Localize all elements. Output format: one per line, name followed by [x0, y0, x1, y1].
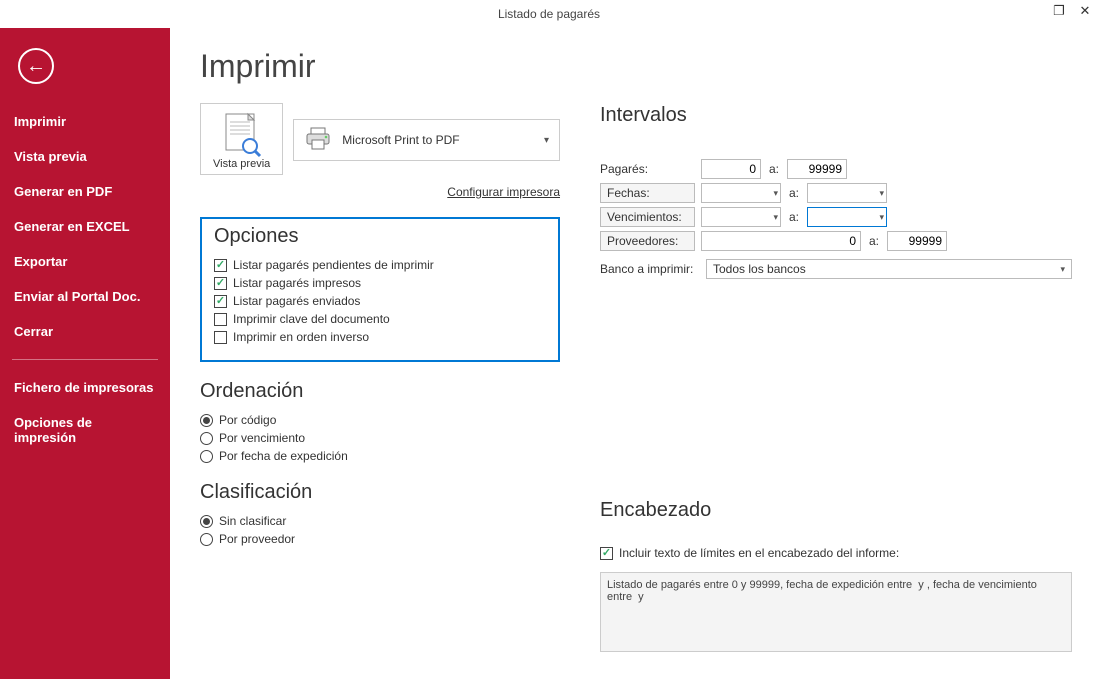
checkbox-icon — [214, 259, 227, 272]
row-banco: Banco a imprimir: Todos los bancos ▾ — [600, 259, 1072, 279]
header-include-check[interactable]: Incluir texto de límites en el encabezad… — [600, 546, 1072, 560]
vencimientos-button[interactable]: Vencimientos: — [600, 207, 695, 227]
cls-por-proveedor[interactable]: Por proveedor — [200, 532, 560, 546]
classification-section: Clasificación Sin clasificar Por proveed… — [200, 481, 560, 546]
chevron-down-icon: ▾ — [544, 135, 549, 146]
opt-pendientes[interactable]: Listar pagarés pendientes de imprimir — [214, 258, 546, 272]
opt-impresos[interactable]: Listar pagarés impresos — [214, 276, 546, 290]
checkbox-icon — [214, 277, 227, 290]
nav-generar-excel[interactable]: Generar en EXCEL — [0, 209, 170, 244]
close-button[interactable]: ✕ — [1076, 2, 1094, 20]
venc-from-dropdown[interactable]: ▾ — [701, 207, 781, 227]
printer-name: Microsoft Print to PDF — [342, 133, 459, 147]
row-fechas: Fechas: ▾ a: ▾ — [600, 183, 1072, 203]
nav-enviar-portal[interactable]: Enviar al Portal Doc. — [0, 279, 170, 314]
ord-vencimiento[interactable]: Por vencimiento — [200, 431, 560, 445]
prov-from-input[interactable] — [701, 231, 861, 251]
opt-enviados[interactable]: Listar pagarés enviados — [214, 294, 546, 308]
radio-icon — [200, 414, 213, 427]
row-vencimientos: Vencimientos: ▾ a: ▾ — [600, 207, 1072, 227]
header-section: Encabezado Incluir texto de límites en e… — [600, 499, 1072, 655]
nav-opciones-impresion[interactable]: Opciones de impresión — [0, 405, 170, 455]
proveedores-button[interactable]: Proveedores: — [600, 231, 695, 251]
nav-generar-pdf[interactable]: Generar en PDF — [0, 174, 170, 209]
checkbox-icon — [214, 295, 227, 308]
cls-sin-clasificar[interactable]: Sin clasificar — [200, 514, 560, 528]
ordering-title: Ordenación — [200, 380, 560, 403]
nav-imprimir[interactable]: Imprimir — [0, 104, 170, 139]
ord-codigo[interactable]: Por código — [200, 413, 560, 427]
prov-to-input[interactable] — [887, 231, 947, 251]
radio-icon — [200, 450, 213, 463]
radio-icon — [200, 432, 213, 445]
pagares-from-input[interactable] — [701, 159, 761, 179]
nav-fichero-impresoras[interactable]: Fichero de impresoras — [0, 370, 170, 405]
page-title: Imprimir — [200, 48, 560, 85]
header-textarea[interactable] — [600, 572, 1072, 652]
classification-title: Clasificación — [200, 481, 560, 504]
ordering-section: Ordenación Por código Por vencimiento Po… — [200, 380, 560, 463]
banco-value: Todos los bancos — [713, 262, 806, 276]
nav-vista-previa[interactable]: Vista previa — [0, 139, 170, 174]
venc-to-dropdown[interactable]: ▾ — [807, 207, 887, 227]
intervals-section: Intervalos Pagarés: a: Fechas: ▾ a: ▾ Ve… — [600, 104, 1072, 279]
document-preview-icon — [220, 112, 264, 156]
row-proveedores: Proveedores: a: — [600, 231, 1072, 251]
ord-fecha-exp[interactable]: Por fecha de expedición — [200, 449, 560, 463]
header-title: Encabezado — [600, 499, 1072, 522]
intervals-title: Intervalos — [600, 104, 1072, 127]
radio-icon — [200, 515, 213, 528]
vista-previa-button[interactable]: Vista previa — [200, 103, 283, 175]
maximize-button[interactable]: ❐ — [1050, 2, 1068, 20]
printer-icon — [304, 126, 332, 155]
radio-icon — [200, 533, 213, 546]
checkbox-icon — [214, 313, 227, 326]
nav-divider — [12, 359, 158, 360]
chevron-down-icon: ▾ — [1060, 264, 1065, 275]
checkbox-icon — [600, 547, 613, 560]
options-title: Opciones — [214, 225, 546, 248]
checkbox-icon — [214, 331, 227, 344]
row-pagares: Pagarés: a: — [600, 159, 1072, 179]
nav-exportar[interactable]: Exportar — [0, 244, 170, 279]
options-panel: Opciones Listar pagarés pendientes de im… — [200, 217, 560, 362]
back-button[interactable]: ← — [18, 48, 54, 84]
pagares-to-input[interactable] — [787, 159, 847, 179]
banco-label: Banco a imprimir: — [600, 262, 700, 276]
fecha-from-dropdown[interactable]: ▾ — [701, 183, 781, 203]
configure-printer-link[interactable]: Configurar impresora — [200, 185, 560, 199]
pagares-label: Pagarés: — [600, 162, 695, 176]
sidebar: ← Imprimir Vista previa Generar en PDF G… — [0, 28, 170, 679]
nav-cerrar[interactable]: Cerrar — [0, 314, 170, 349]
opt-orden-inverso[interactable]: Imprimir en orden inverso — [214, 330, 546, 344]
fecha-to-dropdown[interactable]: ▾ — [807, 183, 887, 203]
printer-selector[interactable]: Microsoft Print to PDF ▾ — [293, 119, 560, 161]
banco-selector[interactable]: Todos los bancos ▾ — [706, 259, 1072, 279]
arrow-left-icon: ← — [26, 55, 46, 78]
opt-clave-doc[interactable]: Imprimir clave del documento — [214, 312, 546, 326]
titlebar: Listado de pagarés ❐ ✕ — [0, 0, 1098, 28]
fechas-button[interactable]: Fechas: — [600, 183, 695, 203]
window-title: Listado de pagarés — [498, 7, 600, 21]
